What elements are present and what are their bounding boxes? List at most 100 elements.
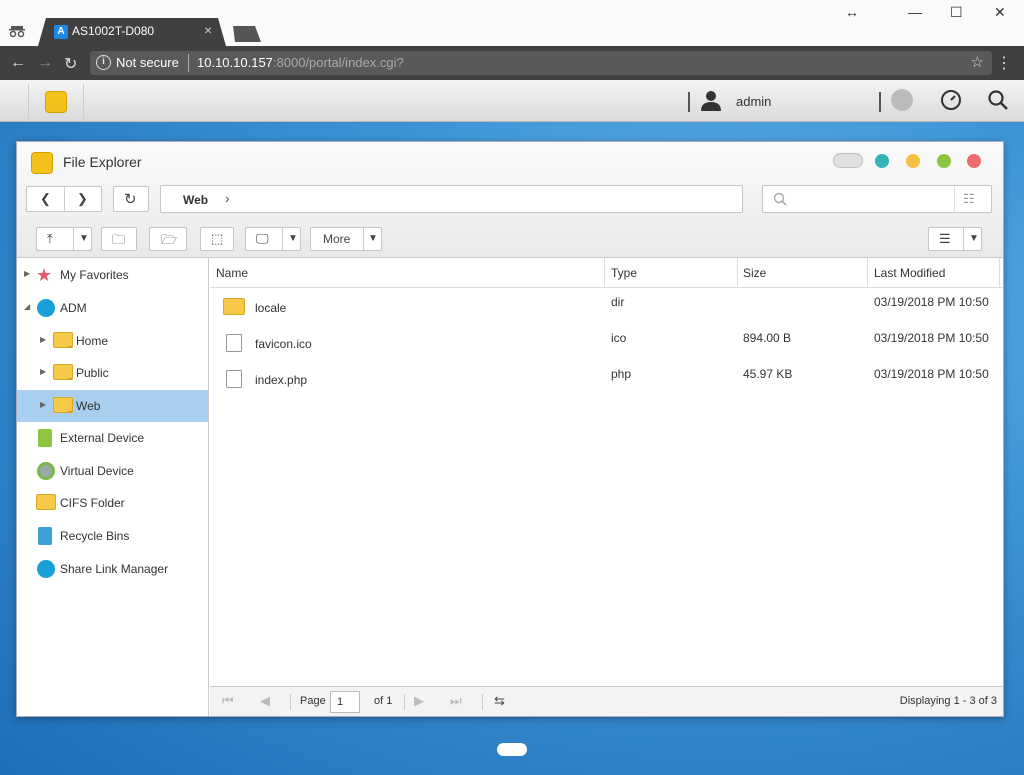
expand-arrow-icon[interactable]: ▶ [24, 269, 30, 278]
browser-tab[interactable]: A AS1002T-D080 × [38, 18, 226, 46]
url-host: 10.10.10.157 [197, 55, 273, 70]
sidebar-item-adm[interactable]: ◢ ADM [17, 292, 208, 324]
breadcrumb-chevron-icon[interactable]: › [225, 190, 230, 206]
previous-page-icon[interactable]: ◀ [260, 693, 270, 709]
collapse-arrow-icon[interactable]: ◢ [24, 302, 30, 311]
first-page-icon[interactable]: ⏮ [222, 693, 234, 709]
sidebar-item-home[interactable]: ▶ Home [17, 325, 208, 357]
window-maximize-button[interactable] [937, 154, 951, 168]
expand-arrow-icon[interactable]: ▶ [40, 367, 46, 376]
sidebar-item-cifs-folder[interactable]: CIFS Folder [17, 487, 208, 519]
sidebar-item-web[interactable]: ▶ Web [17, 390, 208, 422]
column-header-last-modified[interactable]: Last Modified [874, 266, 945, 280]
window-header: File Explorer ❮ ❯ ↻ Web › ☷ ⤒ ▼ 🗀 🗁 ⬚ 🖵 … [17, 142, 1003, 258]
dock-handle[interactable] [497, 743, 527, 756]
chevron-down-icon[interactable]: ▼ [288, 233, 298, 244]
activity-monitor-icon[interactable] [940, 89, 962, 111]
taskbar-divider [688, 92, 690, 112]
new-tab-button[interactable] [233, 26, 261, 42]
column-divider[interactable] [999, 258, 1000, 288]
sidebar-item-virtual-device[interactable]: Virtual Device [17, 455, 208, 487]
window-close-button[interactable] [967, 154, 981, 168]
sidebar-item-external-device[interactable]: External Device [17, 422, 208, 454]
expand-arrow-icon[interactable]: ▶ [40, 335, 46, 344]
window-minimize-button[interactable] [906, 154, 920, 168]
view-mode-button[interactable]: ☰ ▼ [928, 227, 982, 251]
upload-button[interactable]: ⤒ ▼ [36, 227, 92, 251]
sidebar-item-label: Virtual Device [60, 464, 134, 478]
search-icon[interactable] [987, 89, 1009, 111]
url-text: 10.10.10.157:8000/portal/index.cgi? [197, 55, 404, 70]
column-header-size[interactable]: Size [743, 266, 766, 280]
button-split [282, 228, 283, 250]
file-list: Name Type Size Last Modified locale dir … [210, 258, 1003, 686]
select-all-button[interactable]: ⬚ [200, 227, 234, 251]
column-divider[interactable] [604, 258, 605, 288]
tab-close-icon[interactable]: × [204, 22, 212, 38]
user-icon[interactable] [700, 89, 722, 111]
page-number-input[interactable] [330, 691, 360, 713]
sidebar-item-share-link-manager[interactable]: Share Link Manager [17, 553, 208, 585]
forward-icon[interactable]: ❯ [77, 191, 88, 207]
shared-folder-icon [53, 364, 74, 382]
breadcrumb-web[interactable]: Web [183, 193, 208, 207]
taskbar-divider [879, 92, 881, 112]
refresh-icon: ↻ [124, 191, 137, 208]
table-row[interactable]: locale dir 03/19/2018 PM 10:50 [210, 290, 1003, 326]
sidebar-item-label: Public [76, 366, 109, 380]
advanced-search-icon[interactable]: ☷ [963, 191, 975, 207]
next-page-icon[interactable]: ▶ [414, 693, 424, 709]
mount-button[interactable]: 🖵 ▼ [245, 227, 301, 251]
back-arrow-icon[interactable]: ← [10, 54, 26, 72]
column-header-type[interactable]: Type [611, 266, 637, 280]
pager-divider [290, 694, 291, 710]
file-name[interactable]: locale [255, 301, 286, 315]
column-divider[interactable] [867, 258, 868, 288]
chevron-down-icon[interactable]: ▼ [969, 233, 979, 244]
table-row[interactable]: favicon.ico ico 894.00 B 03/19/2018 PM 1… [210, 326, 1003, 362]
username-label[interactable]: admin [736, 94, 771, 109]
expand-arrow-icon[interactable]: ▶ [40, 400, 46, 409]
new-folder-button[interactable]: 🗀 [101, 227, 137, 251]
taskbar-file-explorer[interactable] [28, 84, 84, 120]
file-name[interactable]: index.php [255, 373, 307, 387]
star-icon: ★ [36, 265, 53, 285]
maximize-button[interactable]: ☐ [950, 4, 963, 21]
last-page-icon[interactable]: ⏭ [450, 693, 462, 709]
chevron-down-icon[interactable]: ▼ [79, 233, 89, 244]
file-explorer-icon [31, 152, 53, 174]
url-path: :8000/portal/index.cgi? [272, 55, 404, 70]
file-name[interactable]: favicon.ico [255, 337, 312, 351]
window-restore-button[interactable] [875, 154, 889, 168]
forward-arrow-icon[interactable]: → [37, 54, 53, 72]
page-count: of 1 [374, 695, 393, 707]
address-bar: ← → ↻ i Not secure 10.10.10.157:8000/por… [0, 46, 1024, 80]
reload-icon[interactable]: ↻ [64, 54, 77, 74]
column-divider[interactable] [737, 258, 738, 288]
table-row[interactable]: index.php php 45.97 KB 03/19/2018 PM 10:… [210, 362, 1003, 398]
notification-bell-icon[interactable] [891, 89, 913, 111]
sidebar-item-public[interactable]: ▶ Public [17, 357, 208, 389]
close-window-button[interactable]: ✕ [994, 4, 1006, 21]
minimize-button[interactable]: — [908, 4, 922, 20]
chevron-down-icon: ▼ [368, 233, 378, 244]
bookmark-star-icon[interactable]: ☆ [971, 53, 984, 71]
sidebar-item-recycle-bins[interactable]: Recycle Bins [17, 520, 208, 552]
file-explorer-window: File Explorer ❮ ❯ ↻ Web › ☷ ⤒ ▼ 🗀 🗁 ⬚ 🖵 … [16, 141, 1004, 717]
disc-icon [37, 462, 55, 480]
image-file-icon [226, 334, 242, 352]
refresh-list-icon[interactable]: ⇆ [494, 693, 505, 709]
more-button[interactable]: More ▼ [310, 227, 382, 251]
window-toggle-button[interactable] [833, 153, 863, 168]
back-icon[interactable]: ❮ [40, 191, 51, 207]
refresh-button[interactable]: ↻ [113, 186, 149, 212]
info-icon[interactable]: i [96, 55, 111, 70]
sidebar-item-my-favorites[interactable]: ▶ ★ My Favorites [17, 259, 208, 291]
pagination-bar: ⏮ ◀ Page of 1 ▶ ⏭ ⇆ Displaying 1 - 3 of … [210, 686, 1003, 716]
browser-menu-icon[interactable]: ⋮ [996, 53, 1012, 73]
search-field[interactable]: ☷ [762, 185, 992, 213]
move-to-folder-button[interactable]: 🗁 [149, 227, 187, 251]
column-header-name[interactable]: Name [216, 266, 248, 280]
file-modified: 03/19/2018 PM 10:50 [874, 295, 989, 309]
url-field[interactable]: i Not secure 10.10.10.157:8000/portal/in… [90, 51, 992, 75]
